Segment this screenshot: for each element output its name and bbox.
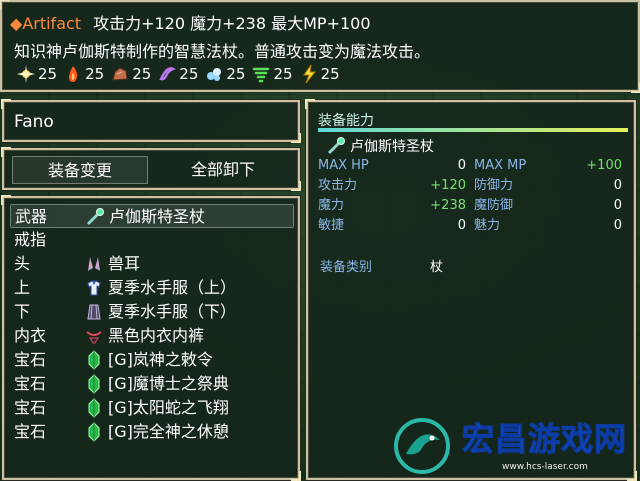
slot-label: 头 bbox=[14, 254, 31, 273]
slot-item-name: [G]太阳蛇之飞翔 bbox=[108, 398, 229, 417]
param-value: +100 bbox=[586, 158, 622, 173]
actor-name: Fano bbox=[14, 112, 54, 132]
status-title-bar bbox=[318, 128, 628, 132]
slot-label: 宝石 bbox=[14, 398, 47, 417]
equip-slot[interactable]: 戒指 bbox=[10, 228, 294, 252]
item-name: Artifact bbox=[22, 14, 82, 33]
param-name: MAX HP bbox=[318, 158, 369, 173]
resistance-0: 25 bbox=[16, 64, 57, 84]
slot-item-name: [G]魔博士之祭典 bbox=[108, 374, 229, 393]
status-item-name: 卢伽斯特圣杖 bbox=[350, 139, 434, 155]
slot-label: 宝石 bbox=[14, 350, 47, 369]
equip-slot[interactable]: 内衣 黑色内衣内裤 bbox=[10, 324, 294, 348]
slot-item-name: 卢伽斯特圣杖 bbox=[109, 207, 206, 226]
flame-icon bbox=[69, 66, 78, 82]
resistance-4: 25 bbox=[204, 64, 245, 84]
category-label: 装备类别 bbox=[320, 260, 373, 275]
resistance-3: 25 bbox=[157, 64, 198, 84]
equip-slot[interactable]: 上 夏季水手服（上） bbox=[10, 276, 294, 300]
underwear-icon bbox=[86, 331, 102, 344]
item-header: ◆Artifact 攻击力+120 魔力+238 最大MP+100 bbox=[10, 10, 371, 34]
equip-slot[interactable]: 宝石 [G]魔博士之祭典 bbox=[10, 372, 294, 396]
param-value: 0 bbox=[457, 218, 466, 233]
slot-item-name: [G]岚神之敕令 bbox=[108, 350, 213, 369]
resistance-value: 25 bbox=[85, 65, 105, 83]
rock-icon bbox=[112, 67, 128, 81]
slot-label: 内衣 bbox=[14, 326, 47, 345]
ice-crystal-icon bbox=[207, 68, 222, 81]
equip-change-command[interactable]: 装备变更 bbox=[12, 156, 148, 184]
category-value: 杖 bbox=[430, 260, 444, 275]
slot-label: 宝石 bbox=[14, 374, 47, 393]
gem-icon bbox=[88, 350, 100, 370]
slot-item-name: 夏季水手服（下） bbox=[108, 302, 237, 321]
param-name: 魔防御 bbox=[474, 198, 514, 213]
param-name: 魔力 bbox=[318, 198, 345, 213]
slot-label: 宝石 bbox=[14, 422, 47, 441]
resistance-value: 25 bbox=[320, 65, 340, 83]
status-title: 装备能力 bbox=[318, 113, 374, 129]
slot-label: 武器 bbox=[15, 207, 48, 226]
slot-item-name: [G]完全神之休憩 bbox=[108, 422, 229, 441]
param-value: +238 bbox=[430, 198, 466, 213]
animal-ears-icon bbox=[88, 257, 100, 271]
slot-label: 下 bbox=[14, 302, 31, 321]
dragon-logo-icon bbox=[394, 418, 450, 474]
slot-label: 戒指 bbox=[14, 230, 47, 249]
gem-icon bbox=[88, 398, 100, 418]
param-value: +120 bbox=[430, 178, 466, 193]
equip-slot[interactable]: 头 兽耳 bbox=[10, 252, 294, 276]
resistance-1: 25 bbox=[63, 64, 104, 84]
item-description: 知识神卢伽斯特制作的智慧法杖。普通攻击变为魔法攻击。 bbox=[14, 42, 431, 61]
staff-icon bbox=[327, 137, 345, 155]
actor-name-window: Fano bbox=[1, 99, 301, 143]
staff-icon bbox=[86, 208, 104, 226]
gem-icon bbox=[88, 422, 100, 442]
gem-icon bbox=[88, 374, 100, 394]
lightning-icon bbox=[302, 64, 316, 84]
skirt-icon bbox=[87, 304, 101, 320]
resistance-value: 25 bbox=[226, 65, 246, 83]
param-value: 0 bbox=[613, 178, 622, 193]
equip-slot[interactable]: 下 夏季水手服（下） bbox=[10, 300, 294, 324]
watermark-url: www.hcs-laser.com bbox=[502, 462, 588, 472]
fire-burst-icon bbox=[17, 65, 35, 83]
slot-item-name: 兽耳 bbox=[108, 254, 141, 273]
tornado-icon bbox=[253, 67, 270, 83]
resistance-value: 25 bbox=[179, 65, 199, 83]
equip-slot[interactable]: 宝石 [G]太阳蛇之飞翔 bbox=[10, 396, 294, 420]
equip-slot[interactable]: 武器 卢伽斯特圣杖 bbox=[10, 204, 294, 228]
param-name: MAX MP bbox=[474, 158, 527, 173]
resistance-2: 25 bbox=[110, 64, 151, 84]
resistance-value: 25 bbox=[132, 65, 152, 83]
resistance-row: 25 25 25 25 25 25 25 bbox=[16, 64, 340, 84]
param-name: 攻击力 bbox=[318, 178, 358, 193]
resistance-6: 25 bbox=[299, 64, 340, 84]
param-name: 敏捷 bbox=[318, 218, 345, 233]
slot-item-name: 黑色内衣内裤 bbox=[108, 326, 205, 345]
command-window: 装备变更 全部卸下 bbox=[1, 147, 301, 191]
resistance-5: 25 bbox=[251, 64, 293, 84]
wind-icon bbox=[159, 67, 177, 81]
slot-label: 上 bbox=[14, 278, 31, 297]
item-stats: 攻击力+120 魔力+238 最大MP+100 bbox=[93, 14, 371, 33]
equip-slot-window: 武器 卢伽斯特圣杖戒指头 兽耳上 夏季水手服（上） 下 夏季水手服（下） 内衣 黑色内衣内裤宝… bbox=[1, 195, 301, 481]
param-value: 0 bbox=[613, 218, 622, 233]
param-name: 防御力 bbox=[474, 178, 514, 193]
shirt-icon bbox=[87, 280, 101, 296]
resistance-value: 25 bbox=[273, 65, 293, 83]
resistance-value: 25 bbox=[38, 65, 58, 83]
status-item: 卢伽斯特圣杖 bbox=[326, 136, 434, 156]
help-window: ◆Artifact 攻击力+120 魔力+238 最大MP+100 知识神卢伽斯特… bbox=[0, 0, 640, 93]
param-value: 0 bbox=[457, 158, 466, 173]
site-watermark: 宏昌游戏网 www.hcs-laser.com bbox=[384, 410, 640, 480]
slot-item-name: 夏季水手服（上） bbox=[108, 278, 237, 297]
param-name: 魅力 bbox=[474, 218, 501, 233]
item-diamond-icon: ◆ bbox=[10, 14, 23, 33]
equip-slot[interactable]: 宝石 [G]完全神之休憩 bbox=[10, 420, 294, 444]
watermark-text: 宏昌游戏网 bbox=[461, 420, 628, 459]
equip-slot[interactable]: 宝石 [G]岚神之敕令 bbox=[10, 348, 294, 372]
param-value: 0 bbox=[613, 198, 622, 213]
remove-all-command[interactable]: 全部卸下 bbox=[154, 156, 292, 184]
